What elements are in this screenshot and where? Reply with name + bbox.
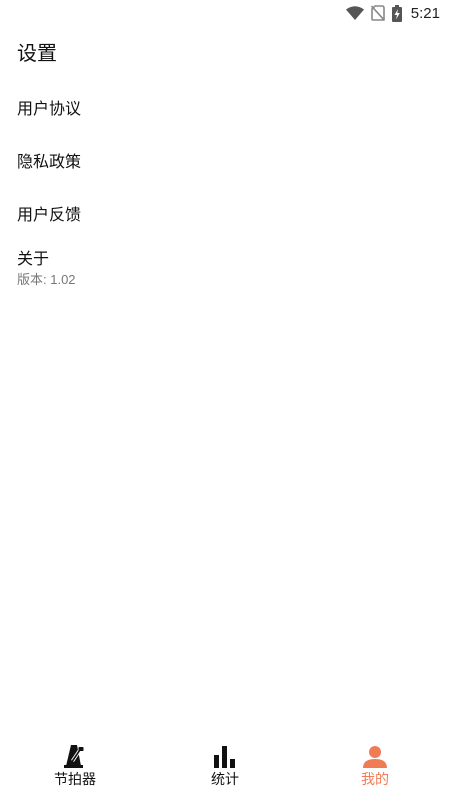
nav-item-statistics[interactable]: 统计 — [150, 744, 300, 789]
person-icon — [363, 744, 387, 768]
battery-charging-icon — [391, 4, 402, 22]
version-text: 版本: 1.02 — [17, 271, 76, 287]
nav-item-mine[interactable]: 我的 — [300, 744, 450, 789]
menu-item-user-agreement[interactable]: 用户协议 — [0, 82, 450, 135]
status-bar: 5:21 — [0, 0, 450, 26]
nav-item-metronome[interactable]: 节拍器 — [0, 744, 150, 789]
status-icons: 5:21 — [345, 3, 440, 23]
metronome-icon — [64, 744, 86, 768]
menu-item-label: 关于 — [17, 248, 50, 268]
menu-item-privacy-policy[interactable]: 隐私政策 — [0, 135, 450, 188]
nav-label: 节拍器 — [54, 772, 96, 788]
status-time: 5:21 — [410, 4, 440, 22]
bottom-nav: 节拍器 统计 我的 — [0, 744, 450, 800]
menu-item-label: 隐私政策 — [17, 151, 82, 171]
menu-item-label: 用户反馈 — [17, 204, 82, 224]
bar-chart-icon — [214, 744, 236, 768]
no-sim-icon — [370, 5, 385, 21]
wifi-icon — [345, 6, 364, 20]
nav-label: 我的 — [361, 772, 389, 788]
nav-label: 统计 — [211, 772, 239, 788]
page-title: 设置 — [17, 41, 57, 65]
menu-item-label: 用户协议 — [17, 98, 82, 118]
settings-menu: 用户协议 隐私政策 用户反馈 关于 版本: 1.02 — [0, 82, 450, 298]
menu-item-about[interactable]: 关于 版本: 1.02 — [0, 238, 450, 298]
menu-item-user-feedback[interactable]: 用户反馈 — [0, 188, 450, 241]
